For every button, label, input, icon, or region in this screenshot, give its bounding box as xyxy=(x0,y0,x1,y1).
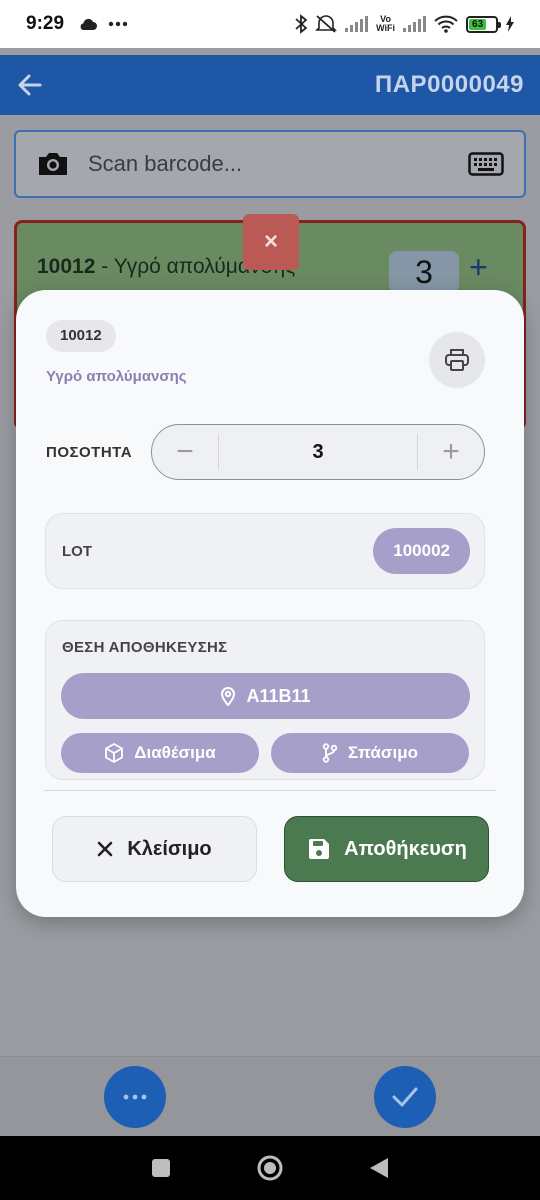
available-stock-label: Διαθέσιμα xyxy=(134,743,216,762)
more-actions-button[interactable] xyxy=(104,1066,166,1128)
close-label: Κλείσιμο xyxy=(127,837,212,860)
more-icon xyxy=(123,1094,147,1100)
dialog-divider xyxy=(44,790,496,791)
line-item-quantity[interactable]: 3 xyxy=(389,251,459,293)
storage-location-label: ΘΕΣΗ ΑΠΟΘΗΚΕΥΣΗΣ xyxy=(62,639,228,656)
scan-placeholder: Scan barcode... xyxy=(88,151,243,176)
system-nav-bar xyxy=(0,1136,540,1200)
signal-icon xyxy=(345,16,369,32)
charging-icon xyxy=(506,16,514,32)
storage-location-section: ΘΕΣΗ ΑΠΟΘΗΚΕΥΣΗΣ A11B11 Διαθέσιμα Σπάσιμ… xyxy=(45,620,485,780)
delete-line-button[interactable]: × xyxy=(243,214,299,270)
signal-icon-2 xyxy=(403,16,426,32)
more-notifications-icon xyxy=(108,21,128,27)
save-icon xyxy=(309,839,330,859)
bottom-action-bar xyxy=(0,1056,540,1136)
line-item-code: 10012 xyxy=(37,255,96,278)
split-label: Σπάσιμο xyxy=(347,743,419,762)
quantity-decrease-button[interactable]: − xyxy=(152,425,218,479)
quantity-label: ΠΟΣΟΤΗΤΑ xyxy=(46,444,133,461)
bluetooth-icon xyxy=(295,14,308,34)
split-button[interactable]: Σπάσιμο xyxy=(271,733,469,773)
location-pin-icon xyxy=(221,687,236,706)
item-detail-dialog: 10012 Υγρό απολύμανσης ΠΟΣΟΤΗΤΑ − 3 + LO… xyxy=(16,290,524,917)
vowifi-bottom-text: WiFi xyxy=(376,23,395,33)
app-bar: ΠΑΡ0000049 xyxy=(0,55,540,115)
close-button[interactable]: Κλείσιμο xyxy=(52,816,257,882)
complete-button[interactable] xyxy=(374,1066,436,1128)
save-label: Αποθήκευση xyxy=(344,837,467,860)
lot-value-chip[interactable]: 100002 xyxy=(373,528,470,574)
mute-icon xyxy=(315,15,338,33)
line-item-separator: - xyxy=(95,255,114,278)
location-value: A11B11 xyxy=(246,685,311,706)
lot-section: LOT 100002 xyxy=(45,513,485,589)
line-item-plus-button[interactable]: + xyxy=(469,249,488,286)
scan-barcode-input[interactable]: Scan barcode... xyxy=(14,130,526,198)
branch-icon xyxy=(322,743,338,763)
status-bar: 9:29 Vo WiFi 63 xyxy=(0,0,540,48)
close-icon xyxy=(98,841,113,857)
lot-label: LOT xyxy=(62,543,92,560)
document-title: ΠΑΡ0000049 xyxy=(374,71,524,98)
location-button[interactable]: A11B11 xyxy=(61,673,470,719)
quantity-value[interactable]: 3 xyxy=(218,434,418,470)
camera-icon[interactable] xyxy=(36,150,70,178)
keyboard-icon[interactable] xyxy=(468,152,504,176)
checkmark-icon xyxy=(392,1087,418,1107)
item-code-chip: 10012 xyxy=(46,320,116,352)
status-time: 9:29 xyxy=(26,13,65,34)
product-name: Υγρό απολύμανσης xyxy=(46,368,187,385)
recents-icon[interactable] xyxy=(150,1157,172,1179)
quantity-increase-button[interactable]: + xyxy=(418,425,484,479)
back-triangle-icon[interactable] xyxy=(368,1156,390,1180)
quantity-stepper: − 3 + xyxy=(151,424,485,480)
box-icon xyxy=(105,743,124,763)
battery-level: 63 xyxy=(469,18,487,30)
print-button[interactable] xyxy=(429,332,485,388)
wifi-icon xyxy=(434,15,458,33)
printer-icon xyxy=(445,349,469,371)
available-stock-button[interactable]: Διαθέσιμα xyxy=(61,733,259,773)
home-icon[interactable] xyxy=(256,1154,284,1182)
cloud-icon xyxy=(80,18,98,30)
vowifi-indicator: Vo WiFi xyxy=(376,15,395,33)
back-arrow-icon[interactable] xyxy=(16,71,44,99)
save-button[interactable]: Αποθήκευση xyxy=(284,816,489,882)
battery-icon: 63 xyxy=(466,15,501,33)
